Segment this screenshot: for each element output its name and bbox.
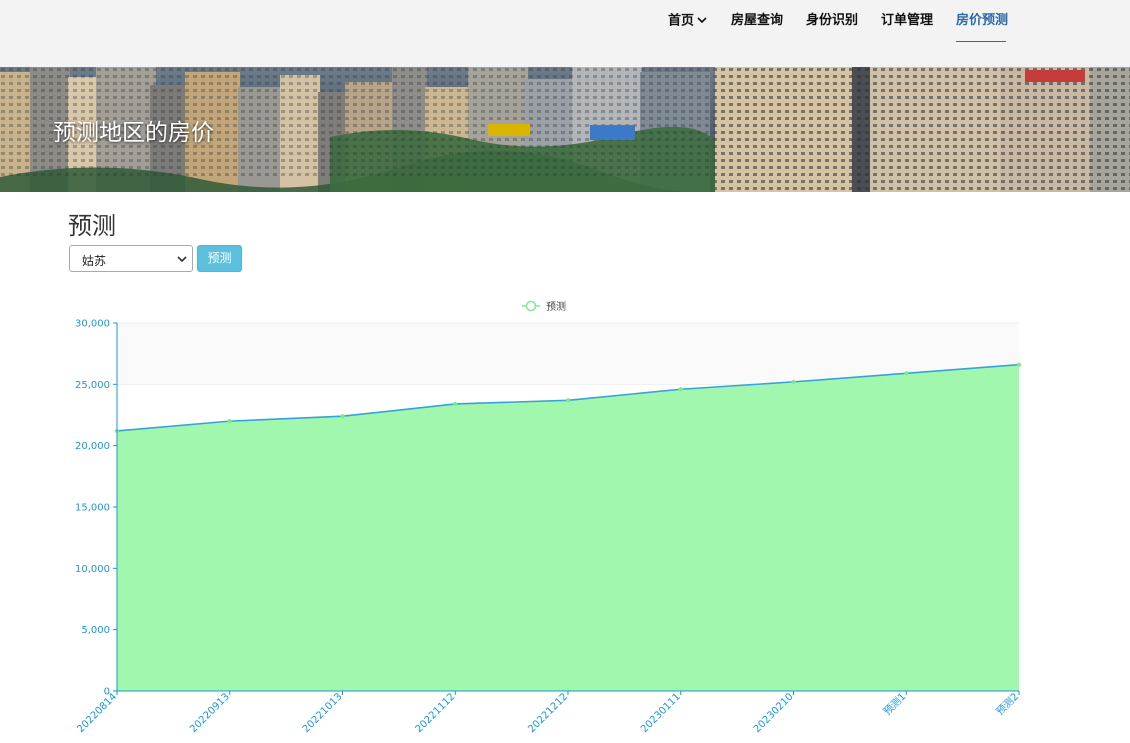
page-title: 预测 <box>68 212 116 240</box>
y-tick-label: 30,000 <box>75 319 110 330</box>
district-select-value: 姑苏 <box>82 254 107 268</box>
nav-item-orders[interactable]: 订单管理 <box>881 12 933 30</box>
nav-item-label: 首页 <box>668 13 695 29</box>
nav-item-house-search[interactable]: 房屋查询 <box>731 12 783 30</box>
nav-item-home[interactable]: 首页 <box>668 12 707 31</box>
district-select[interactable]: 姑苏 <box>69 245 193 272</box>
data-point <box>1016 362 1022 367</box>
data-point <box>904 371 909 376</box>
data-point <box>678 387 683 392</box>
x-tick-label: 20221112 <box>414 691 458 735</box>
x-tick-label: 20221212 <box>526 691 570 735</box>
data-point <box>227 419 232 424</box>
data-point <box>340 414 345 419</box>
nav-item-price-prediction[interactable]: 房价预测 <box>956 12 1008 30</box>
y-tick-label: 5,000 <box>81 625 110 636</box>
x-tick-label: 预测2 <box>993 690 1021 718</box>
legend-label: 预测 <box>546 300 566 313</box>
nav-item-label: 房价预测 <box>956 13 1009 28</box>
chart-svg: 05,00010,00015,00020,00025,00030,0002022… <box>75 300 1022 735</box>
y-tick-label: 20,000 <box>75 441 110 452</box>
legend-marker-icon <box>525 300 537 312</box>
chevron-down-icon <box>176 253 188 267</box>
nav-item-identity[interactable]: 身份识别 <box>806 12 858 30</box>
data-point <box>453 401 458 407</box>
x-tick-label: 20221013 <box>301 691 345 735</box>
data-point <box>791 379 796 384</box>
y-tick-label: 25,000 <box>75 380 110 391</box>
nav-item-label: 订单管理 <box>881 13 934 28</box>
x-tick-label: 20220814 <box>75 691 119 735</box>
y-tick-label: 15,000 <box>75 503 110 514</box>
predict-button[interactable]: 预测 <box>197 245 242 272</box>
top-navbar: 首页 房屋查询 身份识别 订单管理 房价预测 <box>0 0 1130 67</box>
nav-item-label: 房屋查询 <box>731 13 784 28</box>
x-tick-label: 预测1 <box>881 690 909 718</box>
y-tick-label: 10,000 <box>75 564 110 575</box>
x-tick-label: 20220913 <box>188 691 232 735</box>
hero-banner: 预测地区的房价 <box>0 67 1130 192</box>
x-tick-label: 20230210 <box>752 691 796 735</box>
data-point <box>565 398 571 403</box>
x-tick-label: 20230111 <box>639 691 683 735</box>
nav-item-label: 身份识别 <box>806 13 859 28</box>
banner-title: 预测地区的房价 <box>53 120 214 146</box>
price-prediction-chart: 0 5,000 10,000 15,000 20,000 25,000 30,000 2022… <box>0 290 1130 743</box>
chevron-down-icon <box>697 12 707 30</box>
nav-active-underline <box>956 41 1006 42</box>
